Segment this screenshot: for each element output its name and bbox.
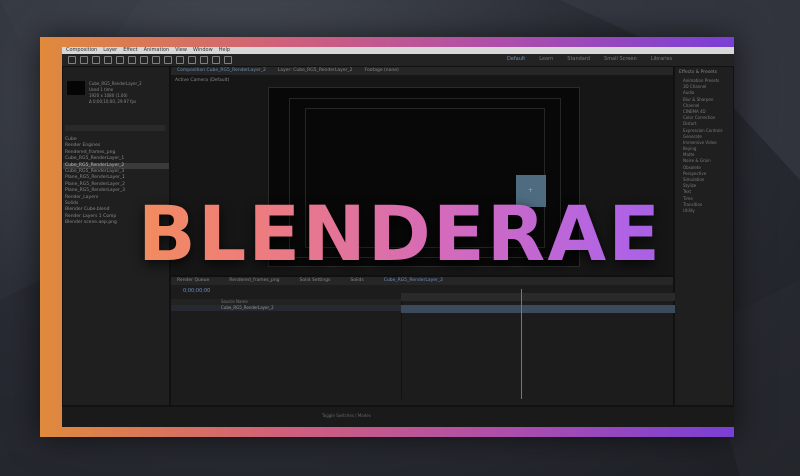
hand-tool-icon[interactable] (92, 56, 100, 64)
menu-composition[interactable]: Composition (66, 47, 97, 54)
workspace-learn[interactable]: Learn (539, 56, 553, 62)
home-icon[interactable] (68, 56, 76, 64)
tab-footage[interactable]: Footage (none) (365, 67, 399, 75)
workspace-default[interactable]: Default (507, 56, 525, 62)
timeline-panel: Render Queue Rendered_frames_png Solid S… (170, 276, 675, 406)
time-ruler[interactable] (401, 293, 675, 301)
type-tool-icon[interactable] (176, 56, 184, 64)
brush-tool-icon[interactable] (188, 56, 196, 64)
menu-view[interactable]: View (175, 47, 187, 54)
workspace-switcher: Default Learn Standard Small Screen Libr… (507, 56, 672, 62)
tab-layer[interactable]: Layer: Cube_RG5_RenderLayer_2 (278, 67, 353, 75)
workspace-standard[interactable]: Standard (567, 56, 590, 62)
eraser-tool-icon[interactable] (212, 56, 220, 64)
comp-info: Cube_RG5_RenderLayer_2 Used 1 time 1920 … (89, 81, 142, 105)
workspace-libraries[interactable]: Libraries (651, 56, 673, 62)
puppet-tool-icon[interactable] (224, 56, 232, 64)
menu-effect[interactable]: Effect (123, 47, 137, 54)
zoom-tool-icon[interactable] (104, 56, 112, 64)
viewer-tabs: Composition Cube_RG5_RenderLayer_2 Layer… (171, 67, 673, 75)
menu-help[interactable]: Help (219, 47, 230, 54)
workspace-small-screen[interactable]: Small Screen (604, 56, 637, 62)
tool-group (68, 56, 232, 64)
tab-composition[interactable]: Composition Cube_RG5_RenderLayer_2 (177, 67, 266, 75)
comp-thumbnail (67, 81, 85, 95)
stamp-tool-icon[interactable] (200, 56, 208, 64)
layer-duration-bar[interactable] (401, 305, 675, 313)
selection-tool-icon[interactable] (80, 56, 88, 64)
effects-header: Effects & Presets (679, 70, 718, 75)
layer-list: Source Name Cube_RG5_RenderLayer_2 (171, 299, 402, 399)
rotate-tool-icon[interactable] (116, 56, 124, 64)
menubar: Composition Layer Effect Animation View … (62, 47, 734, 54)
camera-tool-icon[interactable] (128, 56, 136, 64)
current-time-indicator[interactable] (521, 289, 522, 399)
toggle-switches-modes[interactable]: Toggle Switches / Modes (322, 413, 371, 418)
status-bar: Toggle Switches / Modes (62, 406, 734, 427)
blenderae-title: BLENDERAE (0, 186, 800, 282)
active-camera-label: Active Camera (Default) (175, 78, 230, 83)
timecode-display[interactable]: 0;00;00;00 (183, 288, 210, 294)
mask-tool-icon[interactable] (152, 56, 160, 64)
layer-row[interactable]: Cube_RG5_RenderLayer_2 (171, 305, 401, 311)
pan-behind-icon[interactable] (140, 56, 148, 64)
pen-tool-icon[interactable] (164, 56, 172, 64)
project-search-input[interactable] (65, 125, 165, 131)
menu-window[interactable]: Window (193, 47, 213, 54)
menu-layer[interactable]: Layer (103, 47, 117, 54)
menu-animation[interactable]: Animation (144, 47, 170, 54)
comp-info-line: Δ 0;00;10;00, 29.97 fps (89, 99, 137, 104)
